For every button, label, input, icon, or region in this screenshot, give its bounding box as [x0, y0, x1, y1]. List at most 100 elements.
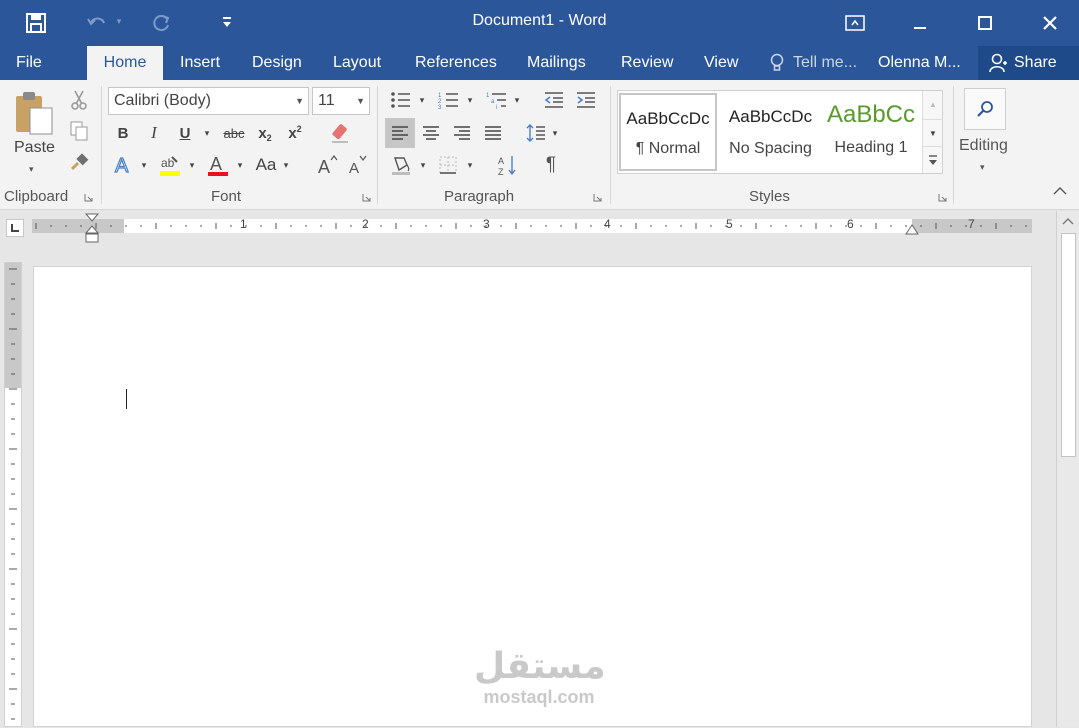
- show-formatting-marks-icon[interactable]: ¶: [538, 152, 564, 178]
- scroll-up-icon[interactable]: [1062, 217, 1074, 225]
- sort-icon[interactable]: AZ: [494, 152, 522, 178]
- format-painter-icon[interactable]: [66, 150, 92, 174]
- scroll-thumb[interactable]: [1061, 233, 1076, 457]
- paste-dropdown-icon[interactable]: ▾: [29, 164, 34, 175]
- tab-layout[interactable]: Layout: [333, 46, 381, 80]
- ruler-number: 3: [483, 217, 490, 231]
- ribbon-home: Paste ▾ Clipboard Calibri (Body) ▼ 11 ▼ …: [0, 80, 1079, 210]
- shading-icon[interactable]: [386, 152, 416, 178]
- minimize-icon[interactable]: [905, 10, 935, 36]
- editing-button[interactable]: Editing: [959, 137, 1008, 155]
- styles-scroll-up-icon[interactable]: ▲: [923, 91, 943, 118]
- line-spacing-dropdown-icon[interactable]: ▾: [550, 118, 560, 148]
- font-dialog-launcher-icon[interactable]: [362, 193, 371, 202]
- paragraph-dialog-launcher-icon[interactable]: [593, 193, 602, 202]
- underline-dropdown-icon[interactable]: ▾: [200, 121, 214, 145]
- share-person-icon: [988, 53, 1008, 73]
- line-spacing-icon[interactable]: [523, 118, 549, 148]
- ruler-number: 2: [362, 217, 369, 231]
- vertical-ruler[interactable]: [4, 262, 22, 727]
- strikethrough-icon[interactable]: abc: [220, 121, 248, 145]
- increase-indent-icon[interactable]: [572, 88, 600, 112]
- tab-selector-icon[interactable]: [6, 219, 24, 237]
- user-account[interactable]: Olenna M...: [878, 46, 961, 80]
- bold-icon[interactable]: B: [112, 121, 134, 145]
- editing-dropdown-icon[interactable]: ▾: [980, 162, 985, 173]
- justify-icon[interactable]: [478, 118, 508, 148]
- style-heading-1[interactable]: AaBbCc Heading 1: [822, 93, 920, 171]
- change-case-dropdown-icon[interactable]: ▾: [280, 152, 292, 178]
- svg-text:i: i: [496, 105, 497, 109]
- multilevel-dropdown-icon[interactable]: ▾: [512, 88, 522, 112]
- decrease-indent-icon[interactable]: [540, 88, 568, 112]
- tab-design[interactable]: Design: [252, 46, 302, 80]
- find-search-icon[interactable]: [964, 88, 1006, 130]
- tell-me-search[interactable]: Tell me...: [793, 46, 857, 80]
- tab-view[interactable]: View: [704, 46, 738, 80]
- subscript-icon[interactable]: x2: [254, 121, 276, 145]
- font-color-dropdown-icon[interactable]: ▾: [234, 152, 246, 178]
- paste-icon[interactable]: [12, 90, 56, 136]
- horizontal-ruler[interactable]: 1 2 3 4 5 6 7: [32, 217, 1032, 233]
- style-sample: AaBbCcDc: [626, 109, 710, 128]
- bullets-icon[interactable]: [386, 88, 416, 112]
- shading-dropdown-icon[interactable]: ▾: [418, 152, 428, 178]
- maximize-icon[interactable]: [970, 10, 1000, 36]
- tab-references[interactable]: References: [415, 46, 497, 80]
- svg-text:a: a: [491, 99, 495, 105]
- numbering-icon[interactable]: 123: [434, 88, 464, 112]
- paste-button[interactable]: Paste: [14, 139, 55, 157]
- clipboard-dialog-launcher-icon[interactable]: [84, 193, 93, 202]
- superscript-icon[interactable]: x2: [284, 121, 306, 145]
- ribbon-display-options-icon[interactable]: [840, 10, 870, 36]
- align-right-icon[interactable]: [447, 118, 477, 148]
- font-color-icon[interactable]: A: [204, 152, 232, 178]
- close-icon[interactable]: [1035, 10, 1065, 36]
- style-name: No Spacing: [729, 140, 812, 157]
- tab-home[interactable]: Home: [87, 46, 163, 80]
- svg-text:A: A: [318, 157, 330, 176]
- multilevel-list-icon[interactable]: 1ai: [482, 88, 512, 112]
- cut-icon[interactable]: [66, 88, 92, 112]
- vruler-ticks: [9, 268, 17, 720]
- style-name: ¶ Normal: [635, 140, 701, 157]
- svg-text:Z: Z: [498, 167, 504, 176]
- document-page[interactable]: مستقل mostaql.com: [33, 266, 1032, 727]
- shrink-font-icon[interactable]: A: [344, 152, 370, 178]
- tab-mailings[interactable]: Mailings: [527, 46, 586, 80]
- share-button[interactable]: Share: [978, 46, 1079, 80]
- font-name-select[interactable]: Calibri (Body) ▼: [108, 87, 309, 115]
- styles-scroll-down-icon[interactable]: ▼: [923, 119, 943, 146]
- text-effects-dropdown-icon[interactable]: ▾: [138, 152, 150, 178]
- collapse-ribbon-icon[interactable]: [1052, 186, 1068, 196]
- font-size-select[interactable]: 11 ▼: [312, 87, 370, 115]
- right-indent-marker[interactable]: [905, 224, 919, 236]
- underline-icon[interactable]: U: [174, 121, 196, 145]
- styles-more-icon[interactable]: [923, 146, 943, 173]
- tab-file[interactable]: File: [16, 46, 66, 80]
- highlight-color-icon[interactable]: ab: [156, 152, 184, 178]
- bullets-dropdown-icon[interactable]: ▾: [417, 88, 427, 112]
- vertical-scrollbar[interactable]: [1056, 211, 1079, 727]
- first-line-indent-marker[interactable]: [85, 213, 99, 243]
- styles-group-label: Styles: [749, 188, 790, 205]
- highlight-dropdown-icon[interactable]: ▾: [186, 152, 198, 178]
- lightbulb-icon: [770, 53, 784, 73]
- align-center-icon[interactable]: [416, 118, 446, 148]
- text-effects-icon[interactable]: A: [111, 152, 137, 178]
- styles-dialog-launcher-icon[interactable]: [938, 193, 947, 202]
- clipboard-group-label: Clipboard: [4, 188, 69, 205]
- change-case-button[interactable]: Aa: [252, 152, 280, 178]
- style-no-spacing[interactable]: AaBbCcDc No Spacing: [720, 93, 821, 171]
- grow-font-icon[interactable]: A: [314, 152, 340, 178]
- tab-review[interactable]: Review: [621, 46, 673, 80]
- align-left-icon[interactable]: [385, 118, 415, 148]
- copy-icon[interactable]: [66, 119, 92, 143]
- borders-dropdown-icon[interactable]: ▾: [465, 152, 475, 178]
- tab-insert[interactable]: Insert: [180, 46, 220, 80]
- numbering-dropdown-icon[interactable]: ▾: [465, 88, 475, 112]
- clear-formatting-icon[interactable]: [326, 120, 354, 146]
- italic-icon[interactable]: I: [143, 121, 165, 145]
- style-normal[interactable]: AaBbCcDc ¶ Normal: [619, 93, 717, 171]
- borders-icon[interactable]: [434, 152, 462, 178]
